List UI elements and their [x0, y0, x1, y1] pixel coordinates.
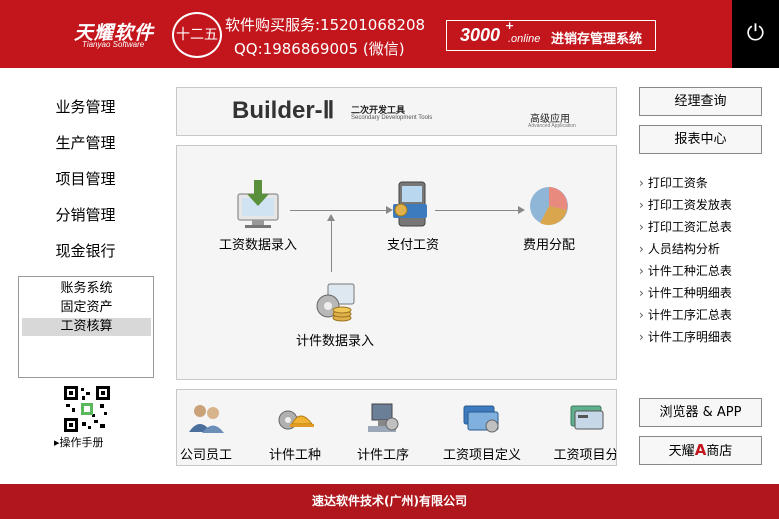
module-work-types-label: 计件工种: [268, 448, 321, 463]
link-label: 计件工种明细表: [647, 286, 732, 300]
hardhat-gear-icon: [278, 410, 314, 430]
chevron-right-icon: ›: [639, 308, 644, 322]
link-print-payslip[interactable]: › 打印工资条: [639, 174, 708, 191]
service-qq: QQ:1986869005 (微信): [234, 40, 405, 58]
payment-terminal-icon: [393, 181, 427, 227]
store-label: 商店: [706, 444, 733, 459]
link-process-summary[interactable]: › 计件工序汇总表: [639, 306, 732, 323]
product-online: .online: [508, 33, 541, 45]
qr-code: [64, 386, 110, 432]
link-label: 人员结构分析: [647, 242, 720, 256]
module-salary-allocation[interactable]: 工资项目分: [553, 402, 617, 463]
module-work-types[interactable]: 计件工种: [265, 402, 325, 463]
nav-item-project[interactable]: 项目管理: [18, 168, 153, 189]
manual-label: 操作手册: [59, 436, 104, 449]
link-label: 计件工种汇总表: [647, 264, 732, 278]
sub-item-payroll[interactable]: 工资核算: [22, 318, 151, 336]
product-plus: +: [505, 19, 515, 32]
manual-link[interactable]: ▸操作手册: [54, 434, 104, 450]
computer-download-icon: [237, 180, 279, 228]
qr-code-image: [64, 386, 110, 432]
link-print-payroll-summary[interactable]: › 打印工资汇总表: [639, 218, 732, 235]
flow-label-pay-salary: 支付工资: [386, 238, 439, 253]
manager-query-button[interactable]: 经理查询: [639, 87, 762, 116]
chevron-right-icon: ›: [639, 198, 644, 212]
builder-title: Builder-Ⅱ: [232, 97, 335, 124]
flow-arrow-2: [435, 210, 521, 211]
chevron-right-icon: ›: [639, 176, 644, 190]
chevron-right-icon: ›: [639, 242, 644, 256]
card-stack-icon: [570, 405, 604, 430]
module-salary-allocation-label: 工资项目分: [553, 448, 617, 463]
chevron-right-icon: ›: [639, 286, 644, 300]
chevron-right-icon: ›: [639, 330, 644, 344]
product-name: 进销存管理系统: [551, 32, 643, 47]
flow-node-salary-entry[interactable]: 工资数据录入: [215, 180, 301, 253]
module-employees-label: 公司员工: [179, 448, 232, 463]
sub-item-fixed-assets[interactable]: 固定资产: [22, 299, 151, 317]
flow-label-salary-entry: 工资数据录入: [218, 238, 297, 253]
sub-item-accounting[interactable]: 账务系统: [22, 280, 151, 298]
advanced-en-label: Advanced Application: [528, 123, 576, 129]
link-label: 打印工资汇总表: [647, 220, 732, 234]
footer-bar: 速达软件技术(广州)有限公司: [0, 484, 779, 519]
builder-en-label: Secondary Development Tools: [351, 115, 433, 121]
link-work-type-summary[interactable]: › 计件工种汇总表: [639, 262, 732, 279]
link-process-detail[interactable]: › 计件工序明细表: [639, 328, 732, 345]
link-work-type-detail[interactable]: › 计件工种明细表: [639, 284, 732, 301]
payroll-flow-panel: 工资数据录入 支付工资 费用分配 计件数据录入: [176, 145, 617, 380]
flow-arrow-3: [331, 218, 332, 272]
chevron-right-icon: ›: [639, 220, 644, 234]
nav-item-production[interactable]: 生产管理: [18, 132, 153, 153]
header-bar: 天耀软件 Tianyao Software 十二五 软件购买服务:1520106…: [0, 0, 779, 68]
product-badge: 3000 + .online 进销存管理系统: [446, 19, 656, 51]
store-label-brand: 天耀: [668, 444, 695, 459]
service-phone: 软件购买服务:15201068208: [225, 16, 426, 34]
app-window: 天耀软件 Tianyao Software 十二五 软件购买服务:1520106…: [0, 0, 779, 519]
builder-banner[interactable]: Builder-Ⅱ 二次开发工具 Secondary Development T…: [176, 87, 617, 136]
flow-label-piecework-entry: 计件数据录入: [295, 334, 374, 349]
link-label: 打印工资条: [647, 176, 708, 190]
store-a-icon: A: [694, 441, 707, 459]
module-processes[interactable]: 计件工序: [353, 402, 413, 463]
report-center-button[interactable]: 报表中心: [639, 125, 762, 154]
link-label: 计件工序汇总表: [647, 308, 732, 322]
chevron-right-icon: ›: [639, 264, 644, 278]
link-print-payroll-sheet[interactable]: › 打印工资发放表: [639, 196, 732, 213]
seal-badge: 十二五: [172, 12, 222, 58]
sub-menu-panel: 账务系统 固定资产 工资核算: [18, 276, 154, 378]
flow-node-pay-salary[interactable]: 支付工资: [381, 180, 445, 253]
browser-app-button[interactable]: 浏览器 & APP: [639, 398, 762, 427]
module-salary-items-label: 工资项目定义: [442, 448, 521, 463]
pie-chart-icon: [530, 187, 568, 225]
module-bar: 公司员工 计件工种 计件工序 工资项目定义 工资项目分: [176, 389, 617, 466]
nav-item-business[interactable]: 业务管理: [18, 96, 153, 117]
flow-arrow-1: [290, 210, 390, 211]
flow-arrowhead-3: [327, 214, 335, 221]
nav-item-cash-bank[interactable]: 现金银行: [18, 240, 153, 261]
link-label: 打印工资发放表: [647, 198, 732, 212]
power-button[interactable]: ⏻: [732, 0, 779, 68]
product-number: 3000: [460, 25, 501, 45]
nav-item-distribution[interactable]: 分销管理: [18, 204, 153, 225]
module-employees[interactable]: 公司员工: [179, 402, 233, 463]
process-icon: [368, 403, 399, 432]
brand-logo-subtitle: Tianyao Software: [82, 40, 145, 49]
flow-node-cost-allocation[interactable]: 费用分配: [515, 180, 583, 253]
cards-gear-icon: [463, 405, 499, 433]
module-processes-label: 计件工序: [356, 448, 409, 463]
flow-label-cost-allocation: 费用分配: [522, 238, 575, 253]
power-icon: ⏻: [746, 21, 765, 46]
store-button[interactable]: 天耀A商店: [639, 436, 762, 465]
link-label: 计件工序明细表: [647, 330, 732, 344]
link-staff-structure[interactable]: › 人员结构分析: [639, 240, 720, 257]
module-salary-items[interactable]: 工资项目定义: [439, 402, 525, 463]
employees-icon: [189, 405, 224, 433]
gear-coins-icon: [316, 283, 355, 322]
flow-node-piecework-entry[interactable]: 计件数据录入: [287, 280, 383, 349]
